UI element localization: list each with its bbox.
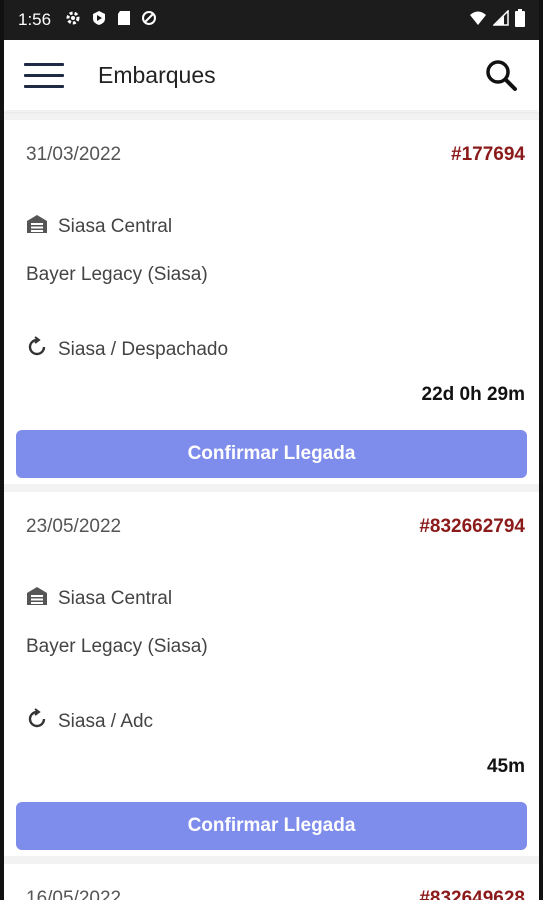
sd-card-icon: [117, 10, 131, 31]
shipment-date: 16/05/2022: [26, 888, 122, 900]
shipment-origin: Siasa Central: [26, 586, 172, 612]
menu-icon[interactable]: [24, 62, 64, 88]
shipment-list[interactable]: 31/03/2022 #177694 Siasa Central Bayer L…: [4, 112, 539, 900]
app-bar: Embarques: [4, 40, 539, 110]
status-label: Siasa / Adc: [58, 711, 154, 732]
elapsed-time: 22d 0h 29m: [421, 384, 526, 405]
shipment-client: Bayer Legacy (Siasa): [26, 636, 208, 657]
origin-label: Siasa Central: [58, 216, 173, 237]
status-bar: 1:56: [4, 0, 539, 40]
shipment-date: 31/03/2022: [26, 144, 122, 165]
shipment-card: 16/05/2022 #832649628: [4, 864, 539, 900]
app-screen: 1:56 Embarques 31/03/2022 #177694 Siasa …: [0, 0, 543, 900]
play-protect-icon: [91, 10, 107, 31]
shipment-client: Bayer Legacy (Siasa): [26, 264, 208, 285]
shipment-card: 31/03/2022 #177694 Siasa Central Bayer L…: [4, 120, 539, 484]
status-refresh-icon: [26, 708, 58, 736]
search-icon[interactable]: [481, 55, 521, 95]
confirm-arrival-button[interactable]: Confirmar Llegada: [16, 430, 527, 478]
data-saver-icon: [141, 10, 157, 31]
battery-icon: [515, 8, 525, 32]
shipment-origin: Siasa Central: [26, 214, 172, 240]
settings-icon: [65, 10, 81, 31]
status-time: 1:56: [18, 10, 52, 29]
shipment-date: 23/05/2022: [26, 516, 122, 537]
shipment-status: Siasa / Despachado: [26, 336, 228, 364]
page-title: Embarques: [98, 61, 216, 88]
status-refresh-icon: [26, 336, 58, 364]
status-label: Siasa / Despachado: [58, 339, 229, 360]
shipment-card: 23/05/2022 #832662794 Siasa Central Baye…: [4, 492, 539, 856]
shipment-code: #177694: [451, 144, 525, 165]
wifi-icon: [469, 10, 487, 31]
confirm-arrival-button[interactable]: Confirmar Llegada: [16, 802, 527, 850]
signal-icon: [492, 8, 509, 31]
elapsed-time: 45m: [486, 756, 525, 777]
warehouse-icon: [26, 586, 58, 612]
warehouse-icon: [26, 214, 58, 240]
shipment-status: Siasa / Adc: [26, 708, 153, 736]
shipment-code: #832649628: [419, 888, 525, 900]
origin-label: Siasa Central: [58, 588, 173, 609]
shipment-code: #832662794: [419, 516, 525, 537]
